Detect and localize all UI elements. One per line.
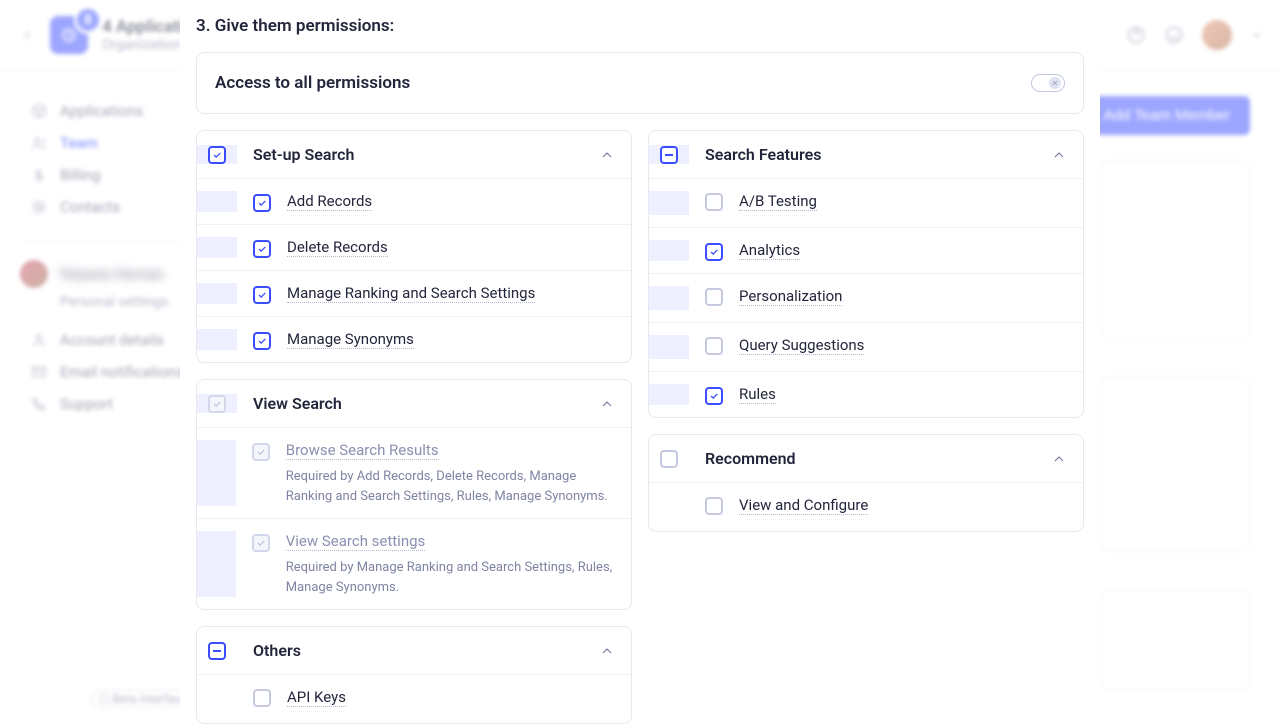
permission-row[interactable]: Rules	[649, 371, 1083, 417]
permission-row[interactable]: Query Suggestions	[649, 322, 1083, 371]
permission-label: Query Suggestions	[739, 336, 864, 355]
permission-row[interactable]: A/B Testing	[649, 178, 1083, 227]
checkbox-checked[interactable]	[705, 387, 723, 405]
chevron-up-icon[interactable]	[1051, 451, 1067, 467]
chevron-up-icon[interactable]	[1051, 147, 1067, 163]
permission-group: Others API Keys	[196, 626, 632, 724]
access-all-toggle[interactable]: ✕	[1031, 74, 1065, 92]
permission-group-header[interactable]: Set-up Search	[197, 131, 631, 178]
checkbox-unchecked[interactable]	[705, 193, 723, 211]
permission-hint: Required by Add Records, Delete Records,…	[286, 467, 615, 506]
permission-group-header[interactable]: Others	[197, 627, 631, 674]
permission-row[interactable]: Manage Synonyms	[197, 316, 631, 362]
permission-row[interactable]: API Keys	[197, 674, 631, 723]
checkbox-checked[interactable]	[208, 146, 226, 164]
permission-row[interactable]: Analytics	[649, 227, 1083, 273]
permission-group-title: Set-up Search	[253, 145, 583, 164]
step-title: 3. Give them permissions:	[196, 16, 1084, 36]
permission-label: Rules	[739, 385, 776, 404]
checkbox-locked	[252, 443, 270, 461]
checkbox-unchecked[interactable]	[253, 689, 271, 707]
checkbox-unchecked[interactable]	[660, 450, 678, 468]
access-all-card: Access to all permissions ✕	[196, 52, 1084, 114]
checkbox-unchecked[interactable]	[705, 497, 723, 515]
permission-group-title: Others	[253, 641, 583, 660]
permission-group: Search Features A/B Testing Analytics Perso…	[648, 130, 1084, 418]
permission-label: API Keys	[287, 688, 346, 707]
permission-label: Manage Synonyms	[287, 330, 414, 349]
chevron-up-icon[interactable]	[599, 643, 615, 659]
permission-row[interactable]: View Search settings Required by Manage R…	[197, 518, 631, 609]
permission-hint: Required by Manage Ranking and Search Se…	[286, 558, 615, 597]
checkbox-locked	[252, 534, 270, 552]
permission-row[interactable]: Manage Ranking and Search Settings	[197, 270, 631, 316]
permission-label: Manage Ranking and Search Settings	[287, 284, 535, 303]
permission-group: View Search Browse Search Results Required…	[196, 379, 632, 610]
toggle-off-icon: ✕	[1049, 77, 1061, 89]
permission-label: Browse Search Results	[286, 441, 439, 460]
permission-row[interactable]: Add Records	[197, 178, 631, 224]
permission-group-header[interactable]: Search Features	[649, 131, 1083, 178]
permission-group-title: View Search	[253, 394, 583, 413]
checkbox-unchecked[interactable]	[705, 337, 723, 355]
permission-group-header[interactable]: View Search	[197, 380, 631, 427]
permission-label: Personalization	[739, 287, 842, 306]
checkbox-indeterminate[interactable]	[208, 642, 226, 660]
permission-group-header[interactable]: Recommend	[649, 435, 1083, 482]
permission-row[interactable]: Delete Records	[197, 224, 631, 270]
checkbox-checked[interactable]	[253, 240, 271, 258]
access-all-label: Access to all permissions	[215, 73, 410, 93]
permission-label: View Search settings	[286, 532, 426, 551]
checkbox-locked	[208, 395, 226, 413]
permission-row[interactable]: Browse Search Results Required by Add Rec…	[197, 427, 631, 518]
permission-label: Add Records	[287, 192, 372, 211]
permission-group: Set-up Search Add Records Delete Records Ma…	[196, 130, 632, 363]
checkbox-checked[interactable]	[253, 332, 271, 350]
permission-label: A/B Testing	[739, 192, 817, 211]
chevron-up-icon[interactable]	[599, 147, 615, 163]
chevron-up-icon[interactable]	[599, 396, 615, 412]
permission-row[interactable]: Personalization	[649, 273, 1083, 322]
checkbox-checked[interactable]	[253, 194, 271, 212]
permission-group-title: Search Features	[705, 145, 1035, 164]
permission-group: Recommend View and Configure	[648, 434, 1084, 532]
checkbox-unchecked[interactable]	[705, 288, 723, 306]
permission-group-title: Recommend	[705, 449, 1035, 468]
permission-label: Analytics	[739, 241, 800, 260]
checkbox-checked[interactable]	[253, 286, 271, 304]
permission-row[interactable]: View and Configure	[649, 482, 1083, 531]
permission-label: Delete Records	[287, 238, 388, 257]
checkbox-checked[interactable]	[705, 243, 723, 261]
permission-label: View and Configure	[739, 496, 868, 515]
checkbox-indeterminate[interactable]	[660, 146, 678, 164]
permissions-modal: 3. Give them permissions: Access to all …	[180, 0, 1100, 720]
